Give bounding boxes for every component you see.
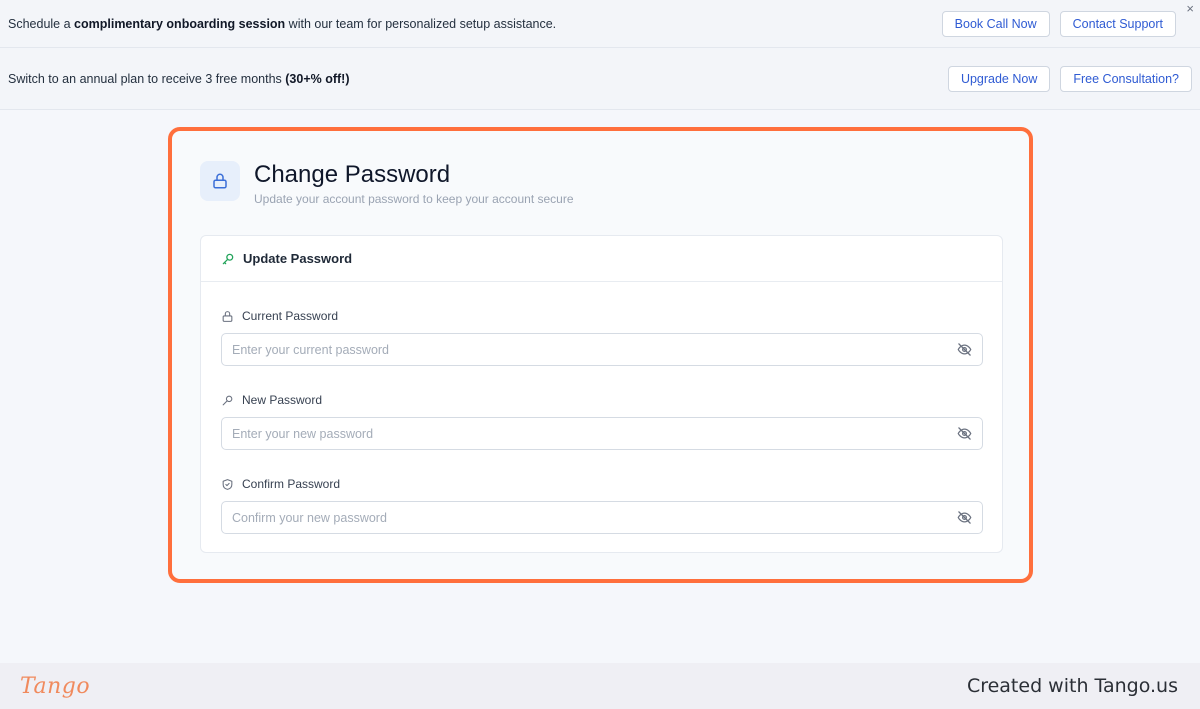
page-header: Change Password Update your account pass… xyxy=(200,161,574,206)
new-password-label-text: New Password xyxy=(242,393,323,407)
page-subtitle: Update your account password to keep you… xyxy=(254,192,574,206)
annual-plan-text: Switch to an annual plan to receive 3 fr… xyxy=(8,72,350,86)
new-password-label: New Password xyxy=(221,392,983,408)
new-password-input[interactable] xyxy=(232,426,912,441)
key-icon xyxy=(222,395,233,405)
confirm-password-label: Confirm Password xyxy=(221,476,983,492)
onboarding-text-prefix: Schedule a xyxy=(8,16,75,31)
annual-plan-banner: Switch to an annual plan to receive 3 fr… xyxy=(0,48,1200,110)
toggle-visibility-eye-off-icon[interactable] xyxy=(957,510,972,525)
plan-actions: Upgrade Now Free Consultation? xyxy=(947,65,1192,92)
new-password-field: New Password xyxy=(221,392,983,450)
update-password-panel: Update Password Current Password New Pas… xyxy=(200,235,1003,553)
contact-support-button[interactable]: Contact Support xyxy=(1059,10,1176,37)
lock-badge xyxy=(200,161,240,201)
key-icon xyxy=(222,253,234,264)
plan-text-prefix: Switch to an annual plan to receive 3 fr… xyxy=(8,71,286,86)
new-password-input-wrap xyxy=(221,417,983,450)
panel-header: Update Password xyxy=(201,236,1002,282)
plan-text-bold: (30+% off!) xyxy=(285,71,350,86)
tango-footer: Tango Created with Tango.us xyxy=(0,663,1200,709)
onboarding-text-bold: complimentary onboarding session xyxy=(74,16,286,31)
toggle-visibility-eye-off-icon[interactable] xyxy=(957,342,972,357)
page-header-text: Change Password Update your account pass… xyxy=(254,161,574,206)
change-password-card: Change Password Update your account pass… xyxy=(168,127,1033,583)
current-password-field: Current Password xyxy=(221,308,983,366)
onboarding-banner: Schedule a complimentary onboarding sess… xyxy=(0,0,1200,48)
confirm-password-label-text: Confirm Password xyxy=(242,477,341,491)
current-password-input[interactable] xyxy=(232,342,912,357)
onboarding-actions: Book Call Now Contact Support xyxy=(941,10,1176,37)
lock-icon xyxy=(213,173,227,189)
confirm-password-field: Confirm Password xyxy=(221,476,983,534)
free-consultation-button[interactable]: Free Consultation? xyxy=(1060,65,1192,92)
onboarding-text-suffix: with our team for personalized setup ass… xyxy=(285,16,557,31)
confirm-password-input-wrap xyxy=(221,501,983,534)
shield-icon xyxy=(222,478,233,490)
page-title: Change Password xyxy=(254,161,451,188)
current-password-label: Current Password xyxy=(221,308,983,324)
confirm-password-input[interactable] xyxy=(232,510,912,525)
book-call-button[interactable]: Book Call Now xyxy=(941,10,1050,37)
tango-logo: Tango xyxy=(20,673,91,699)
panel-heading: Update Password xyxy=(243,251,353,266)
onboarding-banner-text: Schedule a complimentary onboarding sess… xyxy=(8,17,556,31)
close-banner-icon[interactable]: × xyxy=(1186,2,1194,16)
current-password-label-text: Current Password xyxy=(242,309,339,323)
upgrade-now-button[interactable]: Upgrade Now xyxy=(947,65,1051,92)
toggle-visibility-eye-off-icon[interactable] xyxy=(957,426,972,441)
current-password-input-wrap xyxy=(221,333,983,366)
lock-icon xyxy=(222,310,233,322)
created-with-tango: Created with Tango.us xyxy=(966,675,1178,697)
